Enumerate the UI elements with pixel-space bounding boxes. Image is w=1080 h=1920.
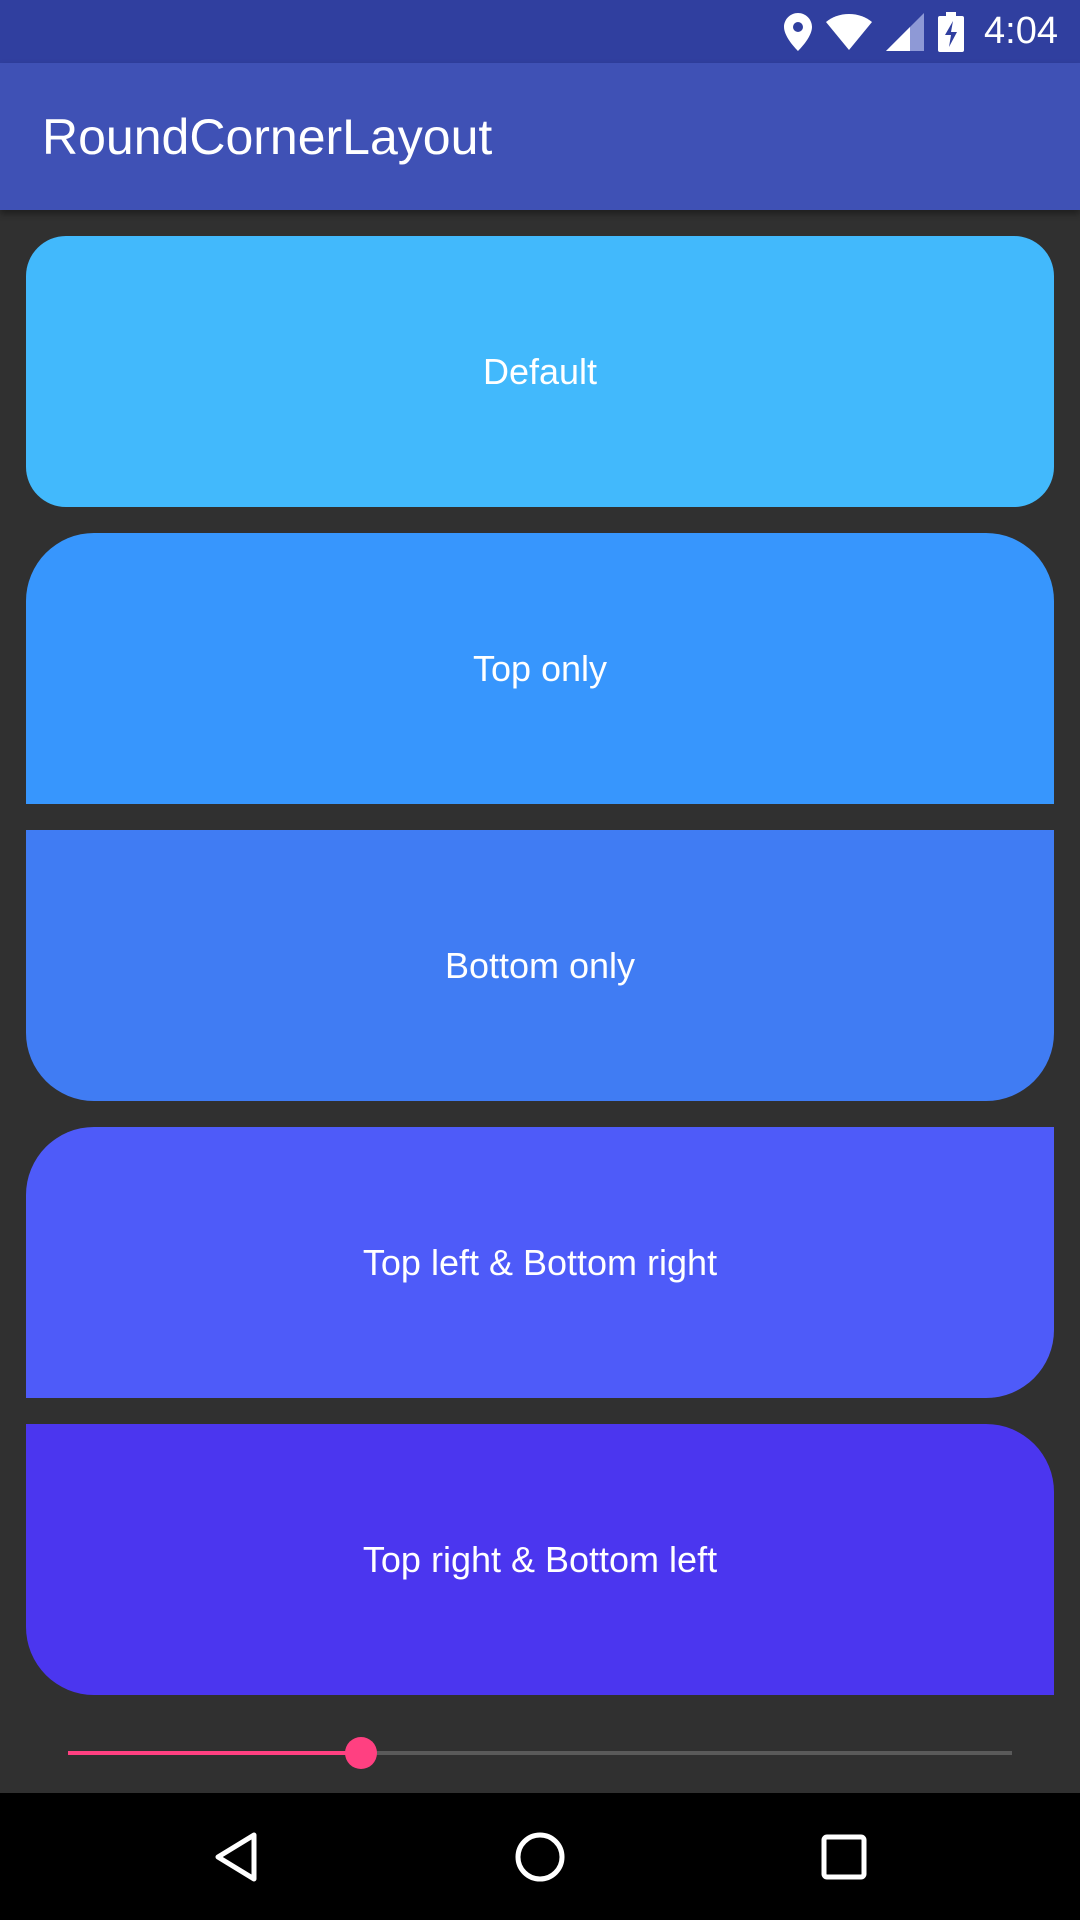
- card-bottom-only[interactable]: Bottom only: [26, 830, 1054, 1101]
- back-icon: [215, 1832, 257, 1882]
- home-icon: [515, 1832, 565, 1882]
- back-button[interactable]: [204, 1825, 268, 1889]
- home-button[interactable]: [508, 1825, 572, 1889]
- card-label: Bottom only: [444, 944, 636, 986]
- wifi-icon: [826, 13, 873, 50]
- location-icon: [784, 12, 813, 51]
- navigation-bar: [0, 1793, 1080, 1920]
- signal-icon: [886, 12, 925, 51]
- card-top-left-bottom-right[interactable]: Top left & Bottom right: [26, 1127, 1054, 1398]
- card-default[interactable]: Default: [26, 236, 1054, 507]
- slider-fill: [68, 1751, 361, 1755]
- app-bar: RoundCornerLayout: [0, 63, 1080, 210]
- card-label: Top only: [472, 647, 608, 689]
- slider-thumb[interactable]: [345, 1737, 377, 1769]
- card-top-only[interactable]: Top only: [26, 533, 1054, 804]
- battery-charging-icon: [938, 11, 965, 52]
- card-top-right-bottom-left[interactable]: Top right & Bottom left: [26, 1424, 1054, 1695]
- card-label: Top right & Bottom left: [362, 1538, 718, 1580]
- status-bar: 4:04: [0, 0, 1080, 63]
- status-time: 4:04: [984, 10, 1058, 52]
- recents-button[interactable]: [812, 1825, 876, 1889]
- card-label: Default: [482, 350, 598, 392]
- recents-icon: [821, 1834, 867, 1880]
- card-label: Top left & Bottom right: [362, 1241, 718, 1283]
- corner-radius-slider[interactable]: [68, 1730, 1012, 1776]
- app-title: RoundCornerLayout: [42, 108, 493, 165]
